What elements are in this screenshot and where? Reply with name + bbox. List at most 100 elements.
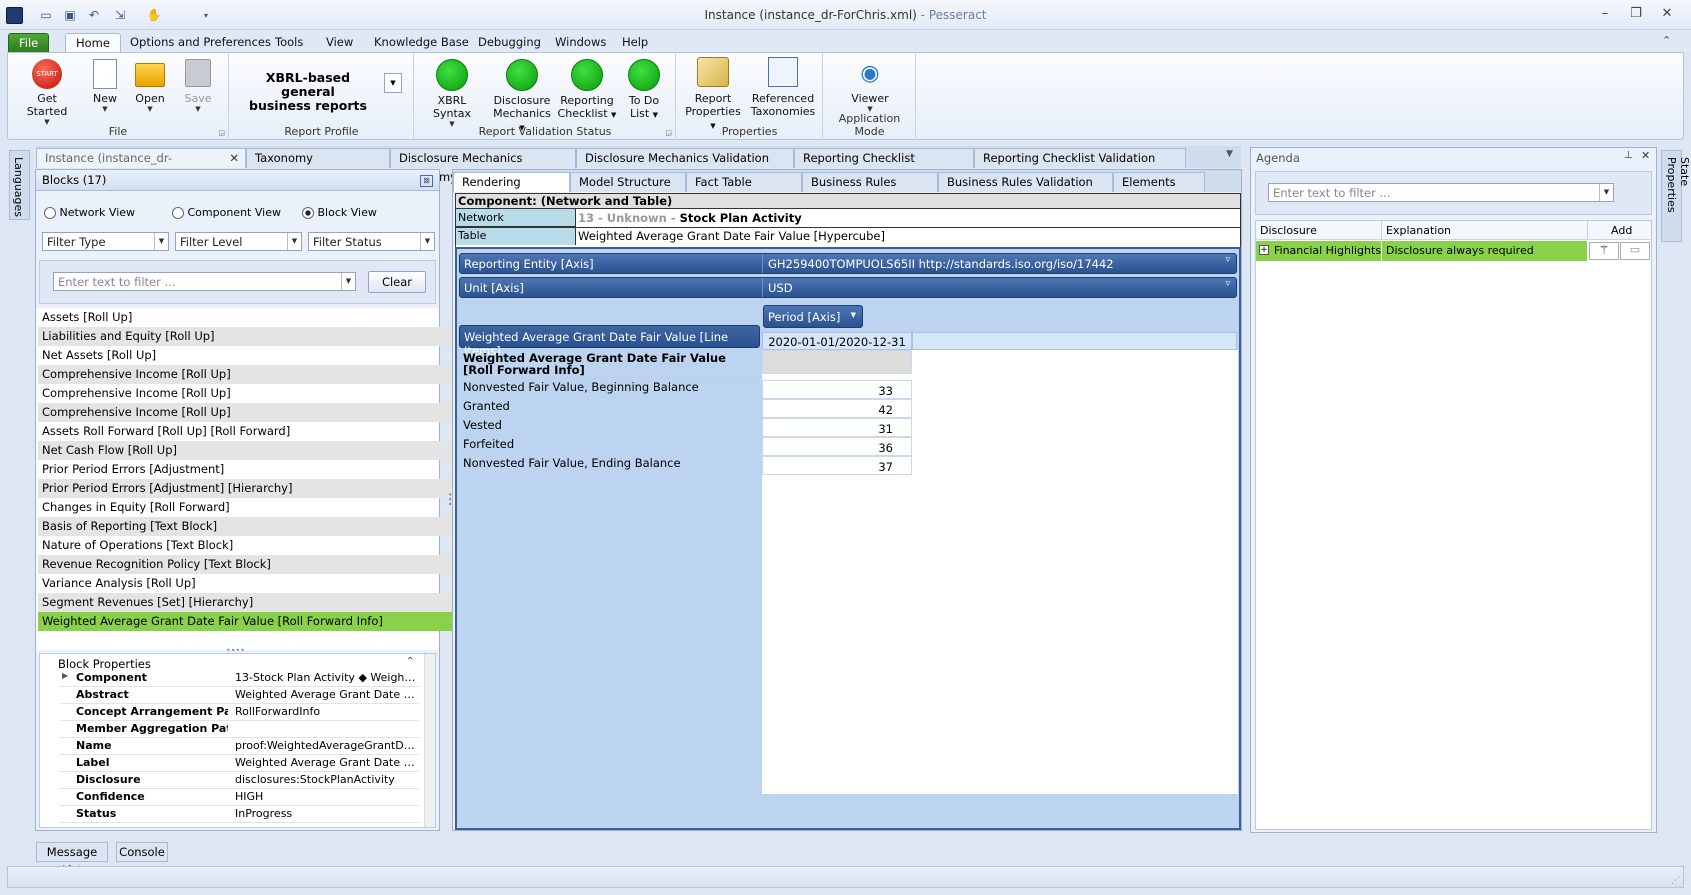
filter-type-dropdown[interactable]: Filter Type ▼ [42, 232, 169, 251]
tab-disclosure-mechanics-taxonomy[interactable]: Disclosure Mechanics Taxonomy [390, 148, 576, 184]
delete-icon[interactable]: ▭ [1620, 242, 1650, 260]
value-cell[interactable]: 37 [762, 456, 912, 475]
list-item[interactable]: Revenue Recognition Policy [Text Block] [38, 555, 475, 574]
xbrl-syntax-button[interactable]: XBRL Syntax ▼ [419, 59, 485, 128]
list-item[interactable]: Nature of Operations [Text Block] [38, 536, 475, 555]
tab-list-dropdown-icon[interactable]: ▼ [1226, 149, 1233, 159]
languages-side-tab[interactable]: Languages [9, 150, 30, 220]
tab-rendering[interactable]: Rendering [453, 172, 570, 192]
tab-elements[interactable]: Elements [1113, 172, 1205, 192]
clear-button[interactable]: Clear [368, 271, 426, 293]
viewer-button[interactable]: ◉ Viewer ▼ [834, 59, 906, 113]
collapse-ribbon-icon[interactable]: ⌃ [1662, 34, 1671, 47]
pin-icon[interactable]: ⊥ [1624, 150, 1633, 161]
close-panel-icon[interactable]: ✕ [1641, 149, 1650, 162]
property-row[interactable]: Disclosure disclosures:StockPlanActivity [60, 772, 419, 789]
report-profile-value[interactable]: XBRL-based general business reports [240, 71, 376, 113]
property-row[interactable]: Concept Arrangement Patte RollForwardInfo [60, 704, 419, 721]
collapse-section-icon[interactable]: ⌃ [406, 656, 414, 667]
tab-taxonomy[interactable]: Taxonomy (report.xsd) [246, 148, 390, 184]
column-header-add[interactable]: Add [1611, 224, 1632, 237]
filter-icon[interactable]: ▿ [1225, 279, 1230, 289]
tab-view[interactable]: View [316, 33, 363, 53]
tab-reporting-checklist-taxonomy[interactable]: Reporting Checklist Taxonomy [794, 148, 974, 184]
value-cell[interactable]: 33 [762, 380, 912, 399]
value-cell[interactable]: 42 [762, 399, 912, 418]
tab-message-list[interactable]: Message List [36, 842, 108, 877]
list-item[interactable]: Comprehensive Income [Roll Up] [38, 403, 475, 422]
list-item[interactable]: Comprehensive Income [Roll Up] [38, 384, 475, 403]
tab-debugging[interactable]: Debugging [468, 33, 551, 53]
property-row[interactable]: Name proof:WeightedAverageGrantDate... [60, 738, 419, 755]
close-tab-icon[interactable]: ✕ [229, 149, 239, 168]
tab-options[interactable]: Options and Preferences [120, 33, 281, 53]
save-button[interactable]: Save ▼ [178, 59, 218, 113]
get-started-button[interactable]: START Get Started ▼ [16, 59, 78, 126]
property-row-component[interactable]: ▶ Component 13-Stock Plan Activity ◆ Weigh… [60, 670, 419, 687]
expand-icon[interactable]: + [1259, 245, 1269, 255]
property-row[interactable]: Abstract Weighted Average Grant Date Fair… [60, 687, 419, 704]
list-item[interactable]: Basis of Reporting [Text Block] [38, 517, 475, 536]
close-icon[interactable]: ✕ [1656, 6, 1678, 24]
value-cell[interactable]: 31 [762, 418, 912, 437]
filter-level-dropdown[interactable]: Filter Level ▼ [175, 232, 302, 251]
agenda-row[interactable]: + Financial Highlights Disclosure always… [1256, 241, 1587, 261]
unit-axis[interactable]: Unit [Axis] USD ▿ [459, 277, 1237, 298]
tab-instance[interactable]: Instance (instance_dr-ForChris.xml)✕ [36, 148, 246, 184]
list-item[interactable]: Assets [Roll Up] [38, 308, 475, 327]
blocks-search-input[interactable]: Enter text to filter ... ▼ [53, 272, 356, 291]
tab-knowledge-base[interactable]: Knowledge Base [364, 33, 479, 53]
filter-status-dropdown[interactable]: Filter Status ▼ [308, 232, 435, 251]
new-button[interactable]: New ▼ [85, 59, 125, 113]
list-item[interactable]: Segment Revenues [Set] [Hierarchy] [38, 593, 475, 612]
tab-reporting-checklist-validation-result[interactable]: Reporting Checklist Validation Result [974, 148, 1186, 184]
list-item[interactable]: Prior Period Errors [Adjustment] [Hierar… [38, 479, 475, 498]
list-item[interactable]: Changes in Equity [Roll Forward] [38, 498, 475, 517]
list-item[interactable]: Net Assets [Roll Up] [38, 346, 475, 365]
list-item[interactable]: Variance Analysis [Roll Up] [38, 574, 475, 593]
tab-business-rules-validation-results[interactable]: Business Rules Validation Results [938, 172, 1113, 208]
agenda-search-input[interactable]: Enter text to filter ... ▼ [1268, 183, 1614, 202]
report-profile-dropdown[interactable]: ▼ [384, 73, 402, 93]
referenced-taxonomies-button[interactable]: Referenced Taxonomies [747, 57, 819, 118]
minimize-icon[interactable]: – [1594, 6, 1616, 24]
open-button[interactable]: Open ▼ [128, 59, 172, 113]
tab-file[interactable]: File [8, 33, 50, 53]
restore-icon[interactable]: ❐ [1625, 6, 1647, 24]
list-item[interactable]: Assets Roll Forward [Roll Up] [Roll Forw… [38, 422, 475, 441]
filter-icon[interactable]: ▿ [1225, 255, 1230, 265]
disclosure-mechanics-button[interactable]: Disclosure Mechanics ▼ [489, 59, 555, 135]
properties-scrollbar[interactable] [424, 654, 435, 827]
property-row[interactable]: Label Weighted Average Grant Date Fair ..… [60, 755, 419, 772]
list-item-selected[interactable]: Weighted Average Grant Date Fair Value [… [38, 612, 475, 631]
resize-grip-icon[interactable]: ⋰ [1671, 876, 1680, 886]
blocks-panel-options-icon[interactable]: ⊠ [420, 175, 433, 187]
to-do-list-button[interactable]: To Do List ▼ [619, 59, 669, 122]
tab-fact-table[interactable]: Fact Table [686, 172, 802, 192]
tab-home[interactable]: Home [65, 33, 121, 53]
property-row[interactable]: Member Aggregation Patte [60, 721, 419, 738]
property-row[interactable]: Status InProgress [60, 806, 419, 823]
tab-disclosure-mechanics-validation-result[interactable]: Disclosure Mechanics Validation Result [576, 148, 794, 184]
value-cell[interactable]: 36 [762, 437, 912, 456]
list-item[interactable]: Prior Period Errors [Adjustment] [38, 460, 475, 479]
tab-help[interactable]: Help [612, 33, 658, 53]
tab-business-rules-structure[interactable]: Business Rules Structure [802, 172, 938, 208]
list-item[interactable]: Net Cash Flow [Roll Up] [38, 441, 475, 460]
state-properties-side-tab[interactable]: State Properties [1661, 150, 1691, 242]
tab-tools[interactable]: Tools [265, 33, 313, 53]
dialog-launcher-icon[interactable]: ◲ [665, 129, 672, 137]
list-item[interactable]: Comprehensive Income [Roll Up] [38, 365, 475, 384]
tab-model-structure[interactable]: Model Structure [570, 172, 686, 192]
tab-windows[interactable]: Windows [545, 33, 616, 53]
reporting-entity-axis[interactable]: Reporting Entity [Axis] GH259400TOMPUOLS… [459, 253, 1237, 274]
network-view-radio[interactable]: Network View [44, 206, 135, 219]
report-properties-button[interactable]: Report Properties ▼ [681, 57, 745, 133]
tab-console[interactable]: Console [116, 842, 168, 862]
list-item[interactable]: Liabilities and Equity [Roll Up] [38, 327, 475, 346]
column-header-explanation[interactable]: Explanation [1386, 224, 1451, 237]
property-row[interactable]: Confidence HIGH [60, 789, 419, 806]
block-view-radio[interactable]: Block View [302, 206, 377, 219]
component-view-radio[interactable]: Component View [172, 206, 281, 219]
reporting-checklist-button[interactable]: Reporting Checklist ▼ [557, 59, 617, 122]
